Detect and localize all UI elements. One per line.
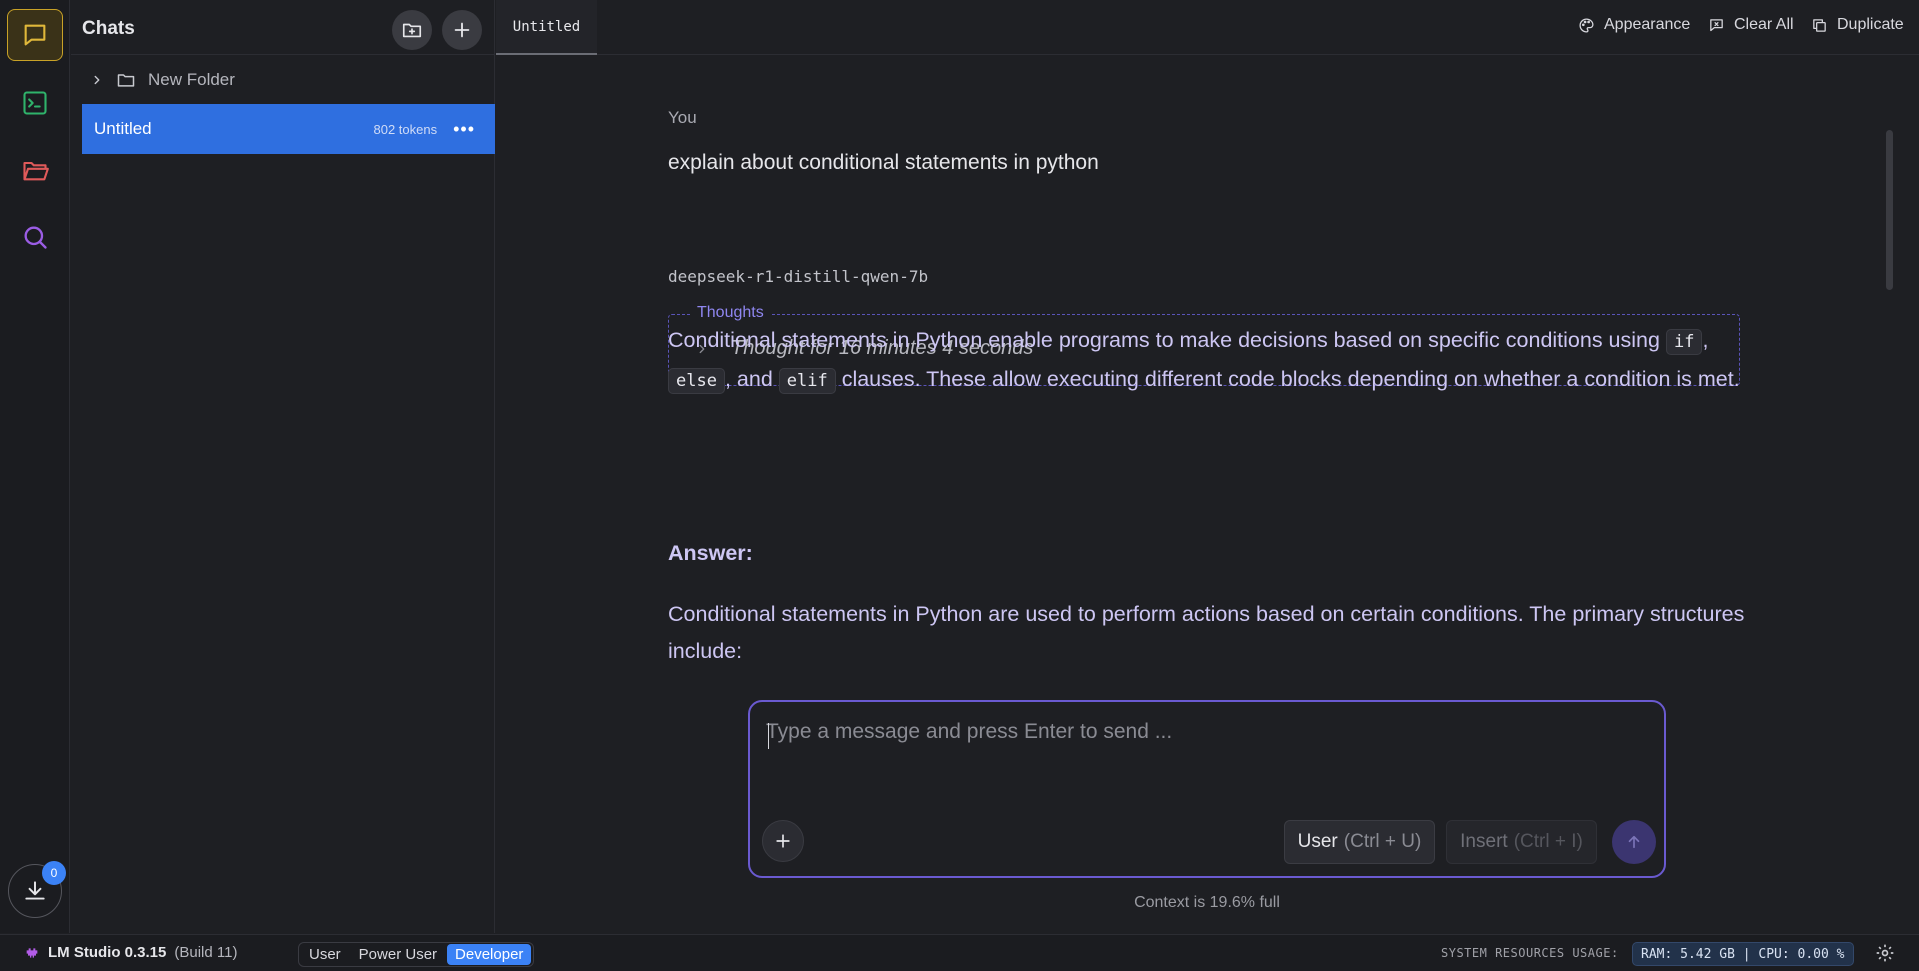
- system-resources-value[interactable]: RAM: 5.42 GB | CPU: 0.00 %: [1632, 942, 1854, 966]
- new-chat-button[interactable]: [442, 10, 482, 50]
- user-message: explain about conditional statements in …: [668, 151, 1099, 174]
- role-shortcut: (Ctrl + U): [1343, 831, 1422, 852]
- assistant-paragraph-1: Conditional statements in Python enable …: [668, 322, 1748, 400]
- inline-code-elif: elif: [778, 368, 836, 394]
- send-button[interactable]: [1612, 820, 1656, 864]
- message-composer: User (Ctrl + U) Insert (Ctrl + I): [748, 700, 1666, 878]
- chat-token-count: 802 tokens: [373, 121, 438, 137]
- inline-code-else: else: [668, 368, 725, 394]
- tab-untitled[interactable]: Untitled: [496, 0, 597, 55]
- role-label: User: [1297, 831, 1338, 852]
- chat-icon: [24, 24, 46, 46]
- conversation-scrollbar[interactable]: [1886, 130, 1893, 290]
- clear-all-button[interactable]: Clear All: [1708, 16, 1794, 34]
- download-icon: [25, 881, 45, 900]
- app-version: LM Studio 0.3.15 (Build 11): [24, 944, 237, 961]
- insert-label: Insert: [1460, 831, 1508, 852]
- conversation-area: You explain about conditional statements…: [496, 56, 1919, 933]
- paragraph-text: clauses. These allow executing different…: [841, 367, 1740, 391]
- send-icon: [1628, 835, 1640, 849]
- chat-list-item[interactable]: Untitled 802 tokens •••: [82, 104, 495, 154]
- settings-button[interactable]: [1875, 943, 1895, 968]
- appearance-label: Appearance: [1604, 16, 1691, 33]
- new-folder-button[interactable]: [392, 10, 432, 50]
- clear-all-label: Clear All: [1734, 16, 1794, 33]
- search-icon: [24, 226, 47, 249]
- context-usage: Context is 19.6% full: [1134, 894, 1280, 911]
- system-resources-label: SYSTEM RESOURCES USAGE:: [1441, 946, 1619, 960]
- plus-icon: [454, 22, 470, 38]
- thoughts-label: Thoughts: [691, 304, 770, 322]
- terminal-icon: [23, 91, 47, 115]
- developer-mode-button[interactable]: [7, 77, 63, 129]
- lmstudio-logo-icon: [26, 947, 38, 958]
- palette-icon: [1579, 17, 1594, 33]
- text-caret: [768, 723, 769, 749]
- mode-user[interactable]: User: [301, 944, 349, 965]
- folder-icon: [23, 161, 49, 181]
- paragraph-separator: , and: [724, 367, 773, 391]
- answer-heading: Answer:: [668, 541, 753, 565]
- my-models-button[interactable]: [7, 144, 63, 196]
- icon-rail: 0: [0, 0, 70, 933]
- insert-button[interactable]: Insert (Ctrl + I): [1446, 820, 1597, 864]
- mode-power-user[interactable]: Power User: [351, 944, 445, 965]
- assistant-model-name: deepseek-r1-distill-qwen-7b: [668, 267, 929, 286]
- appearance-button[interactable]: Appearance: [1578, 16, 1690, 34]
- gear-icon: [1876, 944, 1894, 962]
- status-bar: LM Studio 0.3.15 (Build 11) User Power U…: [0, 934, 1919, 971]
- duplicate-label: Duplicate: [1837, 16, 1904, 33]
- paragraph-separator: ,: [1702, 328, 1709, 352]
- attach-button[interactable]: [762, 820, 804, 862]
- sidebar-title: Chats: [82, 18, 135, 39]
- folder-name: New Folder: [148, 70, 235, 89]
- chats-sidebar: Chats New Folder Untitled 802 tokens •••: [71, 0, 495, 933]
- more-options-icon[interactable]: •••: [453, 119, 475, 140]
- app-build: (Build 11): [174, 944, 238, 961]
- message-input[interactable]: [766, 720, 1646, 780]
- chat-mode-button[interactable]: [7, 9, 63, 61]
- chat-title: Untitled: [94, 119, 152, 138]
- clear-icon: [1710, 18, 1723, 31]
- plus-icon: [776, 834, 790, 848]
- scroll-fade-overlay: [668, 656, 1768, 706]
- paragraph-text: Conditional statements in Python enable …: [668, 328, 1660, 352]
- downloads-count-badge: 0: [42, 861, 66, 885]
- folder-icon: [117, 74, 135, 87]
- ui-mode-switch: User Power User Developer: [298, 942, 535, 967]
- chevron-right-icon: [94, 75, 100, 85]
- duplicate-button[interactable]: Duplicate: [1811, 16, 1904, 34]
- mode-developer[interactable]: Developer: [447, 944, 532, 965]
- user-role-button[interactable]: User (Ctrl + U): [1284, 820, 1435, 864]
- user-sender-label: You: [668, 108, 697, 127]
- inline-code-if: if: [1665, 329, 1703, 355]
- insert-shortcut: (Ctrl + I): [1513, 831, 1583, 852]
- top-bar: Untitled Appearance Clear All Duplicate: [496, 0, 1919, 55]
- app-name: LM Studio 0.3.15: [48, 944, 167, 961]
- discover-button[interactable]: [7, 211, 63, 263]
- new-folder-icon: [402, 23, 422, 38]
- duplicate-icon: [1813, 18, 1826, 32]
- folder-item[interactable]: New Folder: [71, 62, 494, 98]
- sidebar-header: Chats: [71, 0, 494, 55]
